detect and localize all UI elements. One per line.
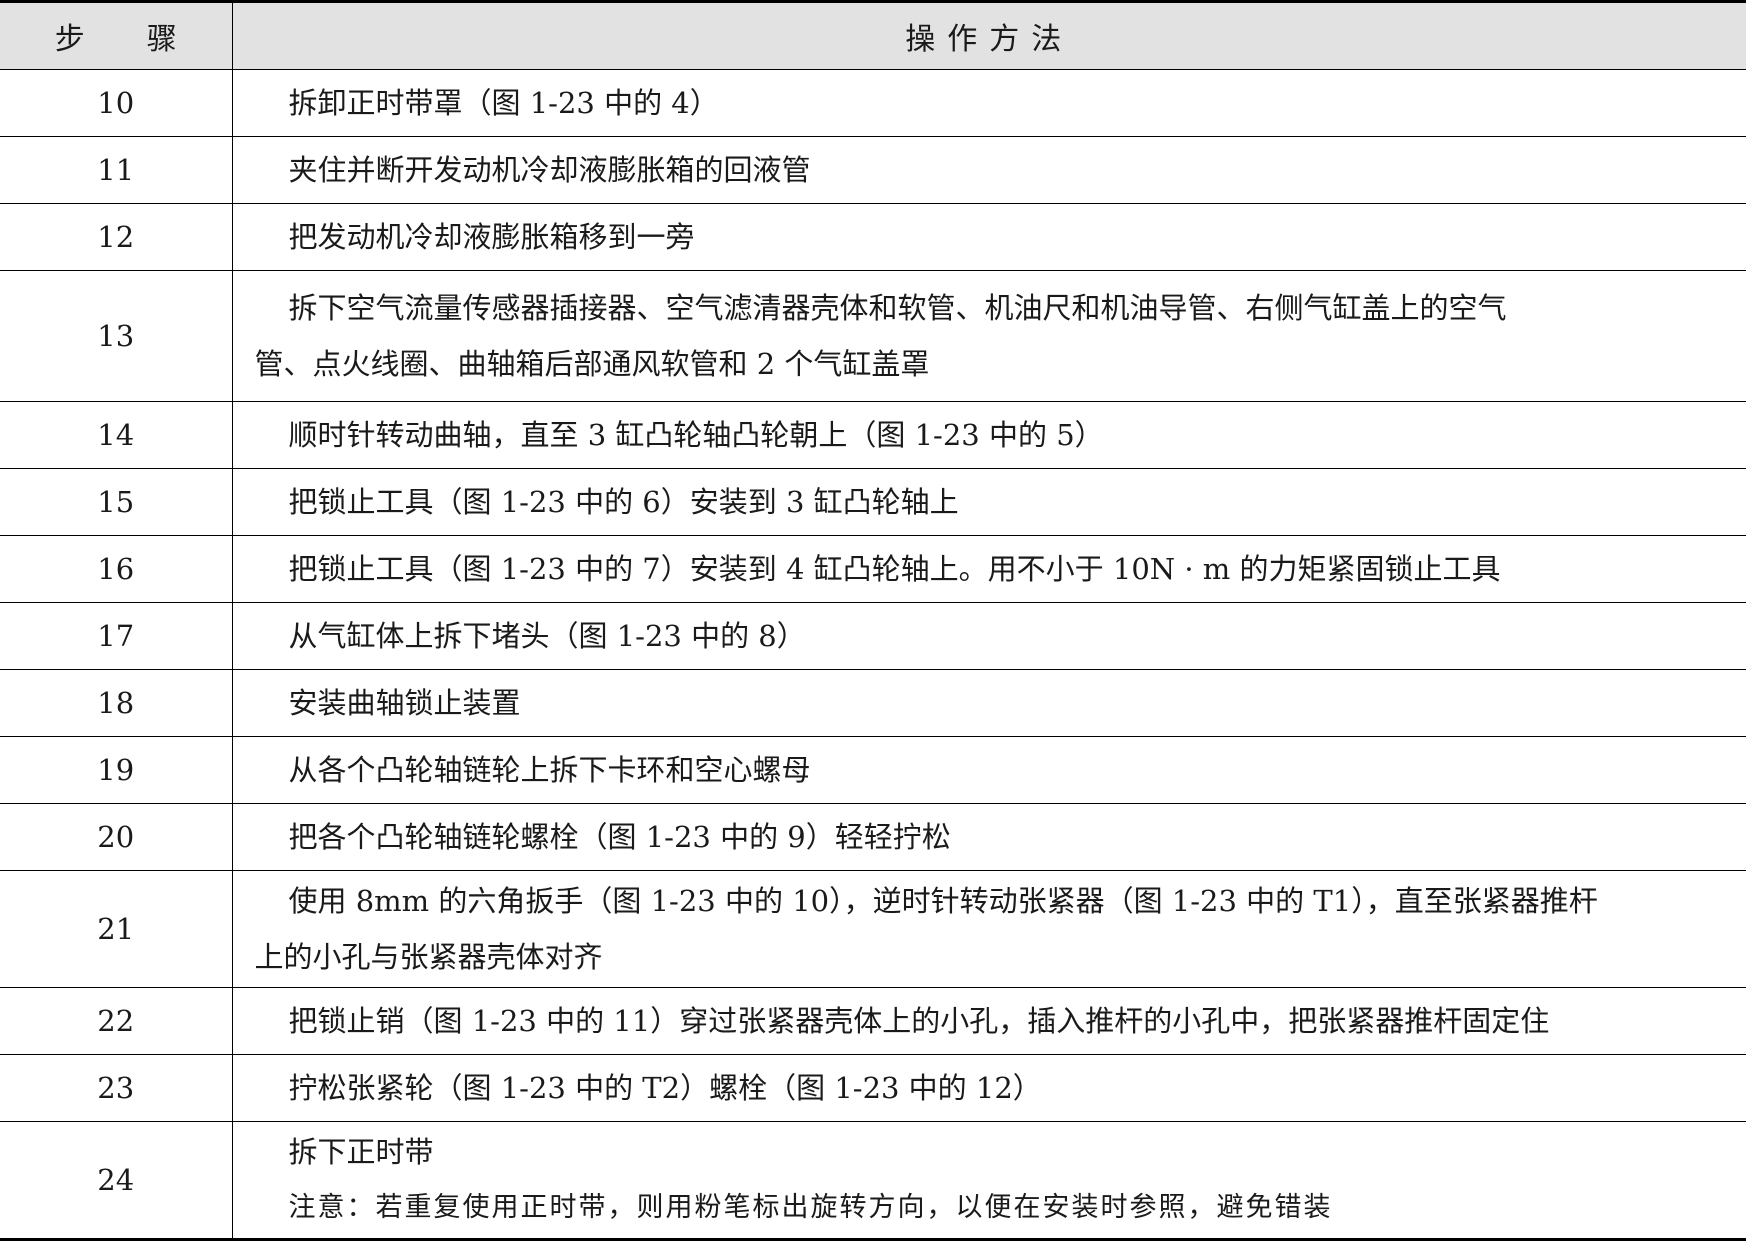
table-row: 11 夹住并断开发动机冷却液膨胀箱的回液管 bbox=[0, 136, 1746, 204]
method-line: 从各个凸轮轴链轮上拆下卡环和空心螺母 bbox=[288, 753, 811, 787]
method-line: 拧松张紧轮（图 1-23 中的 T2）螺栓（图 1-23 中的 12） bbox=[288, 1071, 1042, 1105]
step-number: 22 bbox=[0, 987, 233, 1055]
step-method: 拆下空气流量传感器插接器、空气滤清器壳体和软管、机油尺和机油导管、右侧气缸盖上的… bbox=[232, 270, 1746, 402]
method-line: 把各个凸轮轴链轮螺栓（图 1-23 中的 9）轻轻拧松 bbox=[288, 820, 951, 854]
method-line: 使用 8mm 的六角扳手（图 1-23 中的 10），逆时针转动张紧器（图 1-… bbox=[288, 884, 1598, 918]
step-method: 把锁止工具（图 1-23 中的 6）安装到 3 缸凸轮轴上 bbox=[232, 468, 1746, 536]
table-header-row: 步骤 操作方法 bbox=[0, 0, 1746, 70]
table-row: 20 把各个凸轮轴链轮螺栓（图 1-23 中的 9）轻轻拧松 bbox=[0, 803, 1746, 871]
step-number: 14 bbox=[0, 401, 233, 469]
procedure-table-container: 步骤 操作方法 10 拆卸正时带罩（图 1-23 中的 4） 11 夹住并断开发… bbox=[0, 0, 1746, 1241]
step-method: 夹住并断开发动机冷却液膨胀箱的回液管 bbox=[232, 136, 1746, 204]
method-line: 把锁止工具（图 1-23 中的 7）安装到 4 缸凸轮轴上。用不小于 10N ·… bbox=[288, 552, 1501, 586]
method-line: 顺时针转动曲轴，直至 3 缸凸轮轴凸轮朝上（图 1-23 中的 5） bbox=[288, 418, 1104, 452]
step-method: 从气缸体上拆下堵头（图 1-23 中的 8） bbox=[232, 602, 1746, 670]
step-number: 15 bbox=[0, 468, 233, 536]
step-number: 18 bbox=[0, 669, 233, 737]
method-line: 拆卸正时带罩（图 1-23 中的 4） bbox=[288, 86, 719, 120]
method-line: 拆下空气流量传感器插接器、空气滤清器壳体和软管、机油尺和机油导管、右侧气缸盖上的… bbox=[288, 291, 1507, 325]
step-number: 24 bbox=[0, 1121, 233, 1241]
step-number: 16 bbox=[0, 535, 233, 603]
header-step: 步骤 bbox=[0, 0, 233, 70]
header-step-part1: 步 bbox=[54, 22, 85, 57]
step-method: 顺时针转动曲轴，直至 3 缸凸轮轴凸轮朝上（图 1-23 中的 5） bbox=[232, 401, 1746, 469]
method-line: 上的小孔与张紧器壳体对齐 bbox=[254, 940, 603, 974]
table-row: 16 把锁止工具（图 1-23 中的 7）安装到 4 缸凸轮轴上。用不小于 10… bbox=[0, 535, 1746, 603]
step-number: 17 bbox=[0, 602, 233, 670]
method-line: 从气缸体上拆下堵头（图 1-23 中的 8） bbox=[288, 619, 806, 653]
method-line: 拆下正时带 bbox=[288, 1135, 434, 1169]
step-method: 拆下正时带注意：若重复使用正时带，则用粉笔标出旋转方向，以便在安装时参照，避免错… bbox=[232, 1121, 1746, 1241]
step-number: 13 bbox=[0, 270, 233, 402]
header-method: 操作方法 bbox=[232, 0, 1746, 70]
header-step-part2: 骤 bbox=[146, 22, 177, 57]
table-row: 10 拆卸正时带罩（图 1-23 中的 4） bbox=[0, 69, 1746, 137]
step-method: 把发动机冷却液膨胀箱移到一旁 bbox=[232, 203, 1746, 271]
table-row: 13 拆下空气流量传感器插接器、空气滤清器壳体和软管、机油尺和机油导管、右侧气缸… bbox=[0, 270, 1746, 402]
step-number: 10 bbox=[0, 69, 233, 137]
step-method: 使用 8mm 的六角扳手（图 1-23 中的 10），逆时针转动张紧器（图 1-… bbox=[232, 870, 1746, 988]
method-line: 夹住并断开发动机冷却液膨胀箱的回液管 bbox=[288, 153, 811, 187]
method-line: 把锁止销（图 1-23 中的 11）穿过张紧器壳体上的小孔，插入推杆的小孔中，把… bbox=[288, 1004, 1550, 1038]
step-method: 安装曲轴锁止装置 bbox=[232, 669, 1746, 737]
table-row: 18 安装曲轴锁止装置 bbox=[0, 669, 1746, 737]
method-line: 管、点火线圈、曲轴箱后部通风软管和 2 个气缸盖罩 bbox=[254, 347, 930, 381]
step-number: 21 bbox=[0, 870, 233, 988]
table-row: 14 顺时针转动曲轴，直至 3 缸凸轮轴凸轮朝上（图 1-23 中的 5） bbox=[0, 401, 1746, 469]
table-row: 19 从各个凸轮轴链轮上拆下卡环和空心螺母 bbox=[0, 736, 1746, 804]
step-method: 把锁止销（图 1-23 中的 11）穿过张紧器壳体上的小孔，插入推杆的小孔中，把… bbox=[232, 987, 1746, 1055]
method-line: 安装曲轴锁止装置 bbox=[288, 686, 521, 720]
step-number: 11 bbox=[0, 136, 233, 204]
step-number: 23 bbox=[0, 1054, 233, 1122]
procedure-table: 步骤 操作方法 10 拆卸正时带罩（图 1-23 中的 4） 11 夹住并断开发… bbox=[0, 0, 1746, 1241]
step-method: 从各个凸轮轴链轮上拆下卡环和空心螺母 bbox=[232, 736, 1746, 804]
step-method: 拧松张紧轮（图 1-23 中的 T2）螺栓（图 1-23 中的 12） bbox=[232, 1054, 1746, 1122]
table-row: 22 把锁止销（图 1-23 中的 11）穿过张紧器壳体上的小孔，插入推杆的小孔… bbox=[0, 987, 1746, 1055]
table-row: 17 从气缸体上拆下堵头（图 1-23 中的 8） bbox=[0, 602, 1746, 670]
method-line: 把发动机冷却液膨胀箱移到一旁 bbox=[288, 220, 695, 254]
table-body: 10 拆卸正时带罩（图 1-23 中的 4） 11 夹住并断开发动机冷却液膨胀箱… bbox=[0, 69, 1746, 1241]
step-number: 12 bbox=[0, 203, 233, 271]
method-line: 把锁止工具（图 1-23 中的 6）安装到 3 缸凸轮轴上 bbox=[288, 485, 959, 519]
table-row: 21 使用 8mm 的六角扳手（图 1-23 中的 10），逆时针转动张紧器（图… bbox=[0, 870, 1746, 988]
step-method: 把各个凸轮轴链轮螺栓（图 1-23 中的 9）轻轻拧松 bbox=[232, 803, 1746, 871]
step-number: 20 bbox=[0, 803, 233, 871]
method-note: 注意：若重复使用正时带，则用粉笔标出旋转方向，以便在安装时参照，避免错装 bbox=[288, 1192, 1333, 1223]
table-row: 12 把发动机冷却液膨胀箱移到一旁 bbox=[0, 203, 1746, 271]
step-method: 把锁止工具（图 1-23 中的 7）安装到 4 缸凸轮轴上。用不小于 10N ·… bbox=[232, 535, 1746, 603]
table-row: 23 拧松张紧轮（图 1-23 中的 T2）螺栓（图 1-23 中的 12） bbox=[0, 1054, 1746, 1122]
table-row: 15 把锁止工具（图 1-23 中的 6）安装到 3 缸凸轮轴上 bbox=[0, 468, 1746, 536]
step-method: 拆卸正时带罩（图 1-23 中的 4） bbox=[232, 69, 1746, 137]
step-number: 19 bbox=[0, 736, 233, 804]
table-row: 24 拆下正时带注意：若重复使用正时带，则用粉笔标出旋转方向，以便在安装时参照，… bbox=[0, 1121, 1746, 1241]
